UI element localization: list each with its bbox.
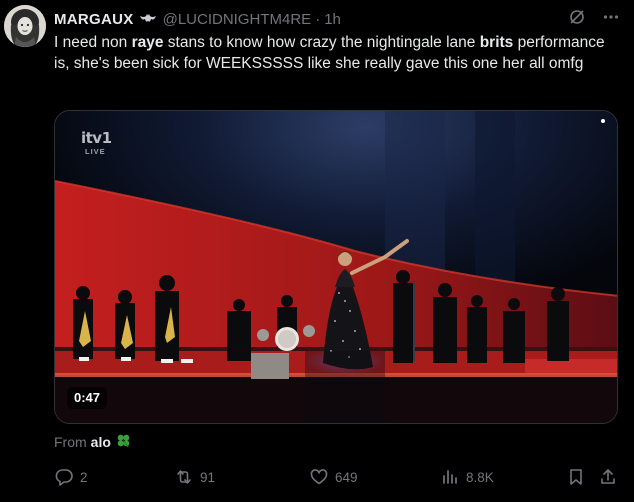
- display-name[interactable]: MARGAUX: [54, 11, 134, 28]
- tweet-text: I need non raye stans to know how crazy …: [54, 33, 624, 74]
- repost-button[interactable]: 91: [174, 466, 215, 488]
- avatar[interactable]: [4, 5, 46, 47]
- share-button[interactable]: [598, 466, 618, 488]
- reply-button[interactable]: 2: [54, 466, 88, 488]
- share-icon: [598, 467, 618, 487]
- text-part-bold[interactable]: brits: [480, 34, 514, 51]
- reply-count: 2: [80, 469, 88, 485]
- bookmark-icon: [566, 467, 586, 487]
- heart-icon: [309, 467, 329, 487]
- video-player[interactable]: itv1 LIVE 0:47: [54, 110, 618, 424]
- media-indicator-dot: [601, 119, 605, 123]
- analytics-icon: [440, 467, 460, 487]
- source-name[interactable]: alo: [91, 434, 111, 450]
- post-time[interactable]: 1h: [324, 11, 341, 28]
- user-handle[interactable]: @LUCIDNIGHTM4RE: [163, 11, 312, 28]
- bookmark-button[interactable]: [566, 466, 586, 488]
- live-label: LIVE: [85, 147, 106, 156]
- like-count: 649: [335, 469, 358, 485]
- text-part-bold[interactable]: raye: [132, 34, 164, 51]
- tweet-header: MARGAUX @LUCIDNIGHTM4RE · 1h: [54, 9, 620, 29]
- repost-icon: [174, 467, 194, 487]
- tweet[interactable]: MARGAUX @LUCIDNIGHTM4RE · 1h I need non …: [0, 0, 634, 502]
- avatar-image: [4, 5, 46, 47]
- more-options-icon[interactable]: [602, 8, 620, 30]
- views-button[interactable]: 8.8K: [440, 466, 494, 488]
- repost-count: 91: [200, 469, 216, 485]
- bat-emoji-icon: [139, 12, 157, 26]
- reply-icon: [54, 467, 74, 487]
- action-bar: 2 91 649 8.8K: [54, 466, 620, 488]
- source-prefix: From: [54, 434, 87, 450]
- source-attribution: From alo: [54, 433, 131, 451]
- separator-dot: ·: [315, 10, 321, 28]
- text-part: stans to know how crazy the nightingale …: [163, 34, 480, 51]
- channel-logo: itv1: [81, 129, 112, 147]
- text-part: I need non: [54, 34, 132, 51]
- video-frame: [55, 111, 617, 423]
- video-duration: 0:47: [67, 387, 108, 409]
- four-leaf-clover-icon: [116, 433, 131, 451]
- view-count: 8.8K: [466, 469, 494, 485]
- grok-icon[interactable]: [568, 8, 586, 30]
- like-button[interactable]: 649: [309, 466, 358, 488]
